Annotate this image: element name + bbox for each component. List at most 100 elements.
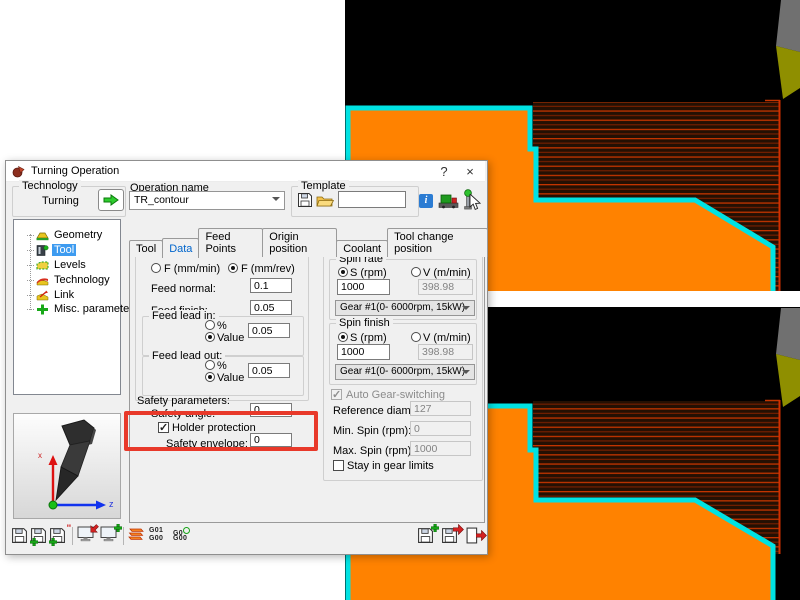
app-icon	[12, 165, 25, 178]
simulate-button[interactable]	[77, 526, 97, 545]
save-and-calculate-button[interactable]	[441, 527, 461, 546]
save-icon	[11, 527, 28, 544]
tool-preview-viewport[interactable]: x z	[13, 413, 121, 519]
save-copy-button[interactable]	[30, 527, 50, 546]
link-icon	[36, 290, 49, 301]
template-open-button[interactable]	[316, 193, 334, 211]
feed-normal-input[interactable]	[250, 278, 292, 293]
sidebar-item-link[interactable]: Link	[27, 288, 123, 302]
gcode1-top: G01	[149, 527, 163, 535]
spin-finish-s-label[interactable]: S (rpm)	[350, 332, 387, 344]
template-field[interactable]	[338, 191, 406, 208]
min-spin-label: Min. Spin (rpm):	[333, 425, 411, 437]
auto-gear-switching-label: Auto Gear-switching	[346, 389, 445, 401]
reference-diameter-input	[410, 401, 471, 416]
tab-tool[interactable]: Tool	[129, 240, 163, 257]
save-template-button[interactable]: ''	[49, 527, 69, 546]
lead-out-percent-radio[interactable]	[205, 360, 215, 370]
spin-rate-gear-select[interactable]: Gear #1(0- 6000rpm, 15kW)	[335, 300, 475, 316]
technology-arrow-button[interactable]	[98, 189, 124, 211]
tool-preview-scene	[14, 414, 118, 516]
highlight-annotation-box	[124, 411, 318, 451]
feed-mm-rev-label[interactable]: F (mm/rev)	[241, 263, 295, 275]
spin-finish-gear-select[interactable]: Gear #1(0- 6000rpm, 15kW)	[335, 364, 475, 380]
dialog-titlebar[interactable]: Turning Operation ? ×	[6, 161, 485, 182]
sidebar-item-technology[interactable]: Technology	[27, 273, 123, 287]
z-axis-label: z	[109, 498, 114, 510]
spin-rate-s-input[interactable]	[337, 279, 390, 295]
safety-parameters-header: Safety parameters:	[137, 395, 230, 407]
gcode2-bottom: G00	[173, 535, 187, 543]
gcode-button[interactable]	[127, 527, 147, 546]
cursor-icon	[469, 194, 481, 214]
lead-out-input[interactable]	[248, 363, 290, 378]
lead-in-value-radio[interactable]	[205, 332, 215, 342]
feed-finish-input[interactable]	[250, 300, 292, 315]
spin-rate-v-radio[interactable]	[411, 267, 421, 277]
green-plus-icon	[431, 524, 439, 532]
lead-in-input[interactable]	[248, 323, 290, 338]
spin-finish-v-label[interactable]: V (m/min)	[423, 332, 471, 344]
spin-finish-label: Spin finish	[336, 317, 393, 329]
template-save-button[interactable]	[297, 192, 313, 211]
feed-mm-min-radio[interactable]	[151, 263, 161, 273]
lead-out-value-radio[interactable]	[205, 372, 215, 382]
tab-feed-points[interactable]: Feed Points	[198, 228, 263, 257]
feed-mm-rev-radio[interactable]	[228, 263, 238, 273]
save-and-exit-button[interactable]	[466, 527, 486, 546]
machine-icon	[438, 192, 459, 209]
geometry-icon	[36, 230, 49, 241]
save-and-add-button[interactable]	[417, 527, 437, 546]
lead-in-percent-radio[interactable]	[205, 320, 215, 330]
sidebar-item-tool[interactable]: Tool	[27, 243, 123, 257]
close-button[interactable]: ×	[457, 164, 483, 179]
tab-coolant[interactable]: Coolant	[336, 240, 388, 257]
spin-finish-s-radio[interactable]	[338, 332, 348, 342]
tool-icon	[36, 245, 49, 256]
sidebar-item-misc-parameters[interactable]: Misc. parameters	[27, 302, 123, 316]
operation-tree: Geometry Tool Levels Technology	[13, 219, 121, 395]
tab-origin-position[interactable]: Origin position	[262, 228, 337, 257]
spin-finish-v-radio[interactable]	[411, 332, 421, 342]
spin-rate-s-label[interactable]: S (rpm)	[350, 267, 387, 279]
max-spin-input	[410, 441, 471, 456]
lead-out-value-label[interactable]: Value	[217, 372, 244, 384]
info-button[interactable]: i	[419, 194, 433, 208]
lead-in-value-label[interactable]: Value	[217, 332, 244, 344]
stay-in-gear-limits-checkbox[interactable]	[333, 460, 344, 471]
spin-rate-v-label[interactable]: V (m/min)	[423, 267, 471, 279]
levels-icon	[36, 260, 49, 271]
feed-mm-min-label[interactable]: F (mm/min)	[164, 263, 220, 275]
tab-data[interactable]: Data	[162, 238, 199, 258]
green-plus-icon	[49, 538, 57, 546]
green-arrow-icon	[103, 194, 119, 206]
feed-lead-out-label: Feed lead out:	[149, 350, 225, 362]
lead-out-percent-label[interactable]: %	[217, 360, 227, 372]
origin-marker	[49, 501, 57, 509]
sidebar-item-levels[interactable]: Levels	[27, 258, 123, 272]
tab-tool-change-position[interactable]: Tool change position	[387, 228, 488, 257]
dialog-title: Turning Operation	[31, 165, 119, 177]
spin-finish-v-input	[418, 344, 473, 360]
open-folder-icon	[316, 193, 334, 208]
operation-name-value: TR_contour	[134, 194, 189, 206]
stay-in-gear-limits-label[interactable]: Stay in gear limits	[347, 460, 434, 472]
technology-value: Turning	[42, 195, 79, 207]
misc-parameters-icon	[36, 304, 49, 315]
green-plus-icon	[114, 524, 122, 532]
spin-finish-s-input[interactable]	[337, 344, 390, 360]
red-arrow-icon	[453, 524, 464, 535]
help-button[interactable]: ?	[431, 164, 457, 179]
technology-group-label: Technology	[19, 180, 81, 192]
red-tick-marks: ''	[67, 523, 71, 533]
sidebar-item-geometry[interactable]: Geometry	[27, 228, 123, 242]
turning-operation-dialog: Turning Operation ? × Technology Turning…	[5, 160, 488, 555]
lead-in-percent-label[interactable]: %	[217, 320, 227, 332]
min-spin-input	[410, 421, 471, 436]
simulate-add-button[interactable]	[100, 526, 120, 545]
machine-preview-button[interactable]	[438, 192, 459, 212]
operation-name-select[interactable]: TR_contour	[129, 191, 285, 210]
spin-rate-v-input	[418, 279, 473, 295]
spin-rate-s-radio[interactable]	[338, 267, 348, 277]
save-button[interactable]	[11, 527, 31, 546]
